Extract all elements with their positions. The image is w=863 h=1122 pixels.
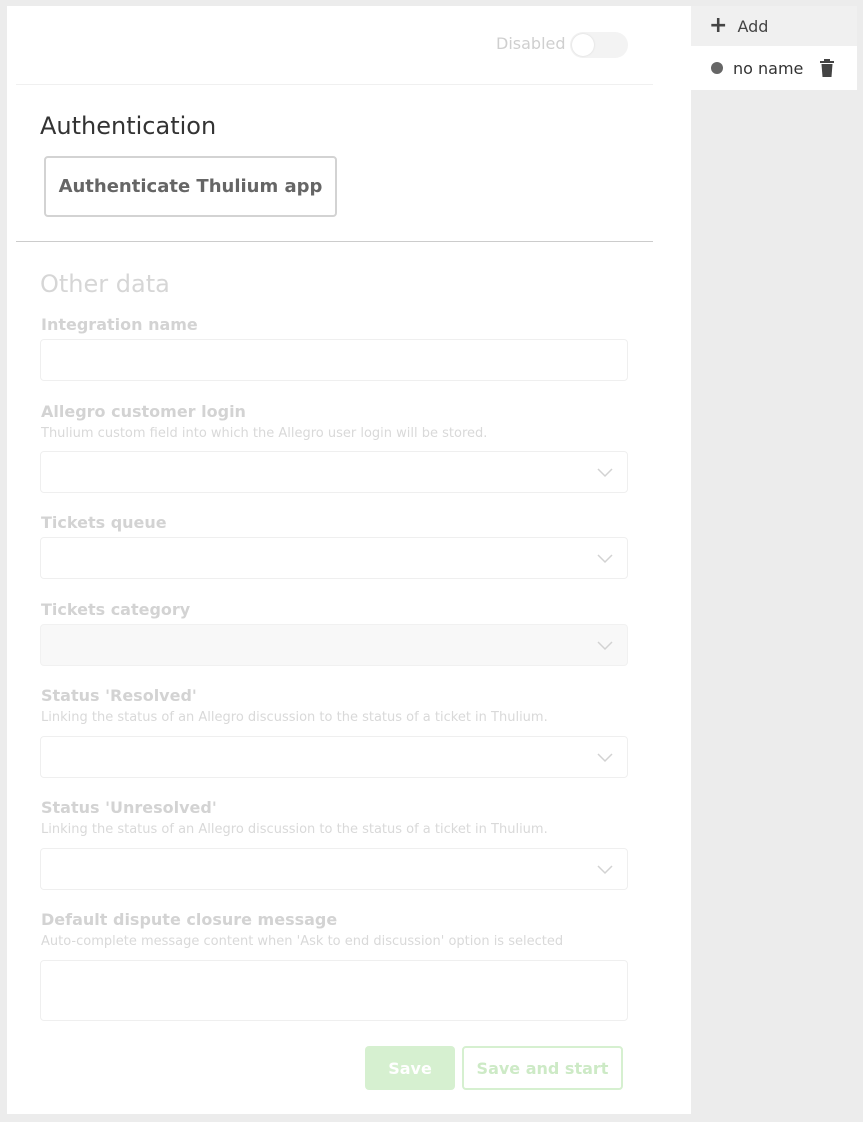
tickets-category-label: Tickets category — [41, 600, 191, 619]
closure-message-hint: Auto-complete message content when 'Ask … — [41, 934, 564, 949]
status-resolved-label: Status 'Resolved' — [41, 686, 197, 705]
chevron-down-icon — [597, 554, 613, 564]
save-button[interactable]: Save — [365, 1046, 455, 1090]
closure-message-textarea[interactable] — [40, 960, 628, 1021]
toggle-knob — [572, 34, 594, 56]
allegro-login-label: Allegro customer login — [41, 402, 246, 421]
chevron-down-icon — [597, 865, 613, 875]
integrations-sidebar: + Add no name — [691, 6, 857, 90]
status-unresolved-label: Status 'Unresolved' — [41, 798, 217, 817]
divider — [16, 84, 653, 85]
trash-icon[interactable] — [819, 59, 835, 77]
enable-toggle[interactable] — [570, 32, 628, 58]
chevron-down-icon — [597, 641, 613, 651]
closure-message-label: Default dispute closure message — [41, 910, 338, 929]
status-resolved-hint: Linking the status of an Allegro discuss… — [41, 710, 548, 725]
status-dot-icon — [711, 62, 723, 74]
toggle-label: Disabled — [496, 34, 566, 53]
add-integration-button[interactable]: + Add — [691, 6, 857, 46]
integration-name-input[interactable] — [40, 339, 628, 381]
sidebar-item[interactable]: no name — [691, 46, 857, 90]
plus-icon: + — [709, 13, 728, 38]
status-unresolved-select[interactable] — [40, 848, 628, 890]
status-resolved-select[interactable] — [40, 736, 628, 778]
chevron-down-icon — [597, 468, 613, 478]
tickets-queue-label: Tickets queue — [41, 513, 167, 532]
integration-name-label: Integration name — [41, 315, 198, 334]
authentication-title: Authentication — [40, 112, 217, 140]
chevron-down-icon — [597, 753, 613, 763]
status-unresolved-hint: Linking the status of an Allegro discuss… — [41, 822, 548, 837]
allegro-login-hint: Thulium custom field into which the Alle… — [41, 426, 488, 441]
other-data-title: Other data — [40, 270, 170, 298]
sidebar-item-label: no name — [733, 58, 804, 78]
allegro-login-select[interactable] — [40, 451, 628, 493]
integration-form: Disabled Authentication Authenticate Thu… — [7, 6, 691, 1114]
authenticate-button[interactable]: Authenticate Thulium app — [44, 156, 337, 217]
tickets-queue-select[interactable] — [40, 537, 628, 579]
tickets-category-select[interactable] — [40, 624, 628, 666]
add-label: Add — [737, 16, 769, 36]
save-and-start-button[interactable]: Save and start — [462, 1046, 623, 1090]
enable-toggle-row: Disabled — [7, 6, 653, 84]
divider — [16, 241, 653, 242]
